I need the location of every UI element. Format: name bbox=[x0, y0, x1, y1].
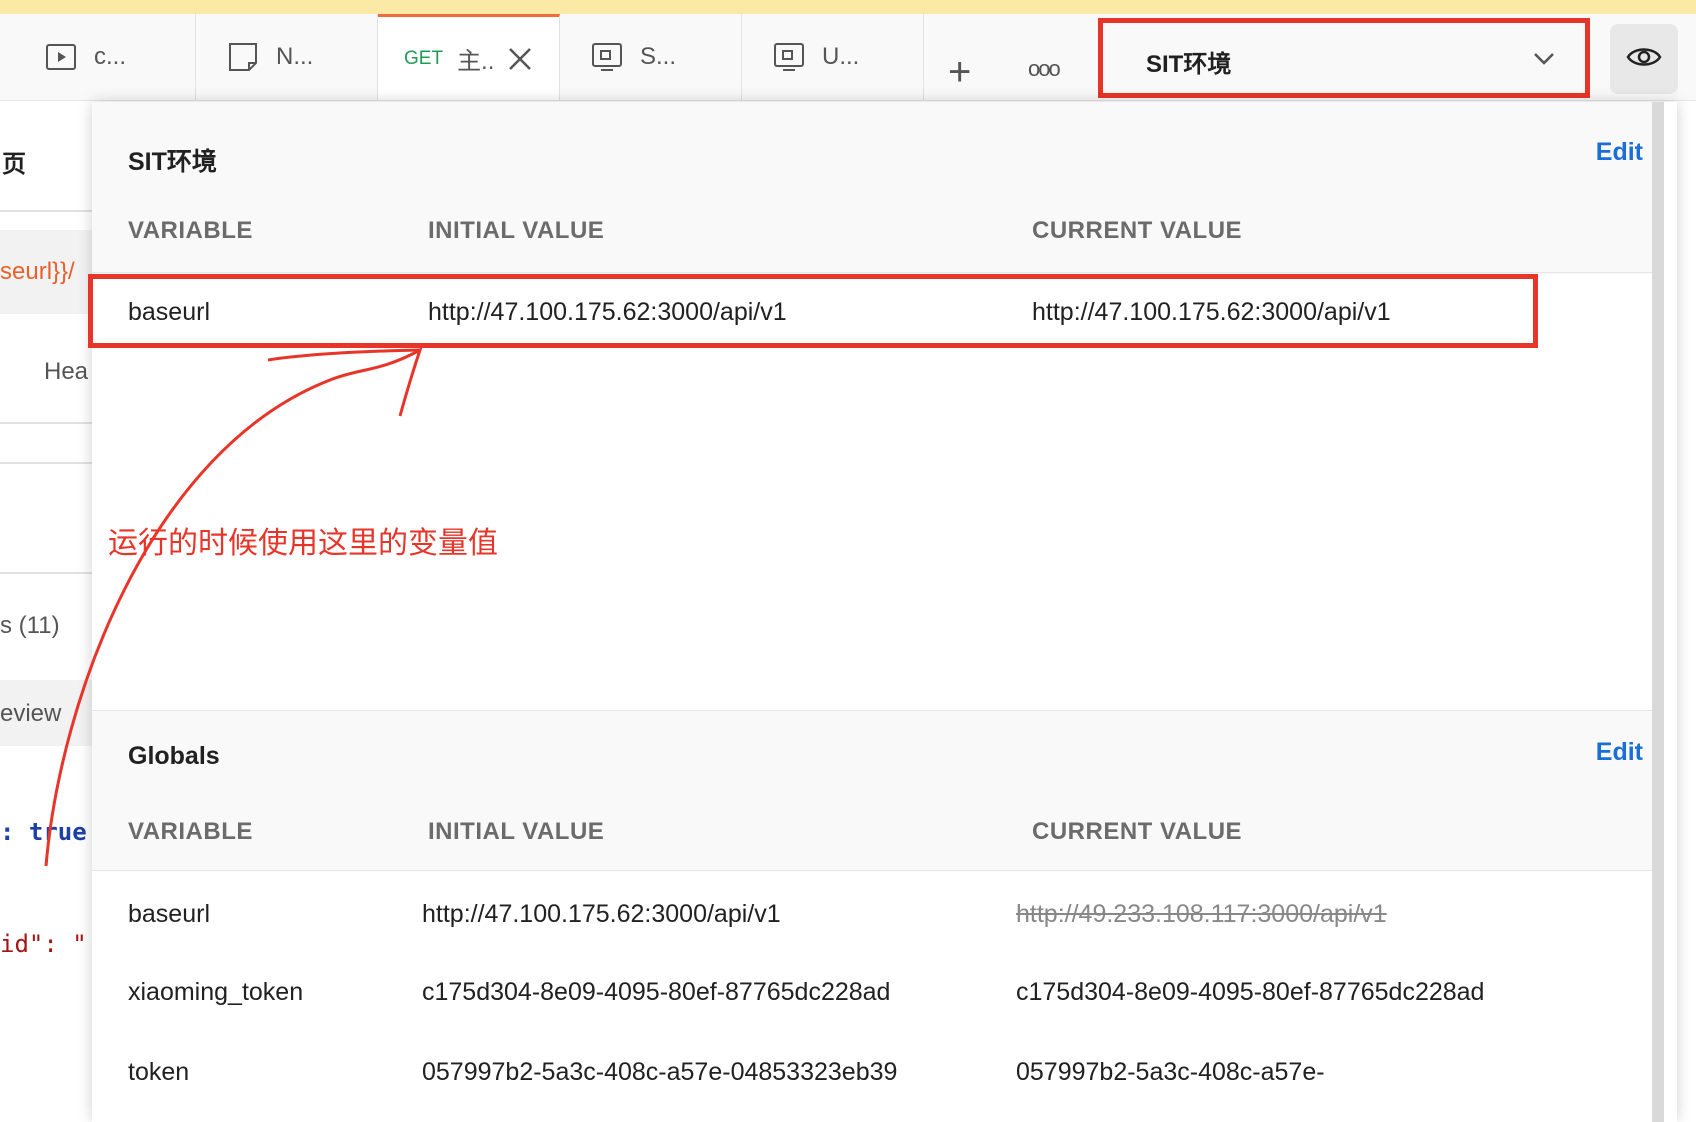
tab-monitor-s[interactable]: S... bbox=[560, 14, 742, 100]
tab-label: U... bbox=[822, 43, 860, 70]
annotation-text: 运行的时候使用这里的变量值 bbox=[108, 527, 498, 560]
request-title-fragment: 页 bbox=[2, 151, 26, 178]
tab-label: N... bbox=[276, 43, 314, 70]
get-method-badge: GET bbox=[404, 47, 444, 69]
env-section-title: SIT环境 bbox=[128, 148, 217, 176]
column-header-variable: VARIABLE bbox=[128, 217, 253, 244]
column-header-initial-value: INITIAL VALUE bbox=[428, 818, 605, 845]
divider bbox=[92, 870, 1652, 871]
top-notification-strip bbox=[0, 0, 1696, 14]
initial-value: 057997b2-5a3c-408c-a57e-04853323eb39 bbox=[422, 1058, 898, 1086]
table-row[interactable]: token 057997b2-5a3c-408c-a57e-04853323eb… bbox=[92, 1028, 1652, 1122]
environment-selector[interactable]: SIT环境 bbox=[1098, 20, 1586, 94]
column-header-current-value: CURRENT VALUE bbox=[1032, 217, 1243, 244]
divider bbox=[0, 462, 92, 464]
env-edit-link[interactable]: Edit bbox=[1596, 138, 1643, 167]
eye-icon bbox=[1626, 45, 1662, 74]
preview-tab-fragment[interactable]: eview bbox=[0, 700, 61, 728]
tab-label: 主.. bbox=[457, 48, 495, 75]
variable-name: baseurl bbox=[128, 900, 210, 928]
environment-name: SIT环境 bbox=[1146, 51, 1232, 78]
variable-name: xiaoming_token bbox=[128, 978, 304, 1006]
table-row[interactable]: baseurl http://47.100.175.62:3000/api/v1… bbox=[92, 872, 1652, 950]
divider bbox=[0, 572, 92, 574]
env-section-header bbox=[92, 102, 1652, 274]
monitor-icon bbox=[772, 40, 806, 74]
environment-quick-look-popover: SIT环境 Edit VARIABLE INITIAL VALUE CURREN… bbox=[92, 102, 1677, 1122]
globals-section-header bbox=[92, 711, 1652, 871]
code-id-fragment: id": " bbox=[0, 930, 87, 958]
divider bbox=[92, 272, 1652, 273]
variable-name: baseurl bbox=[128, 298, 210, 326]
initial-value: http://47.100.175.62:3000/api/v1 bbox=[428, 298, 787, 326]
close-icon[interactable] bbox=[506, 45, 534, 73]
note-icon bbox=[226, 40, 260, 74]
tab-note[interactable]: N... bbox=[196, 14, 378, 100]
new-tab-button[interactable]: + bbox=[948, 52, 971, 92]
variable-name: token bbox=[128, 1058, 190, 1086]
divider bbox=[0, 422, 92, 424]
environment-quick-look-button[interactable] bbox=[1610, 24, 1678, 94]
initial-value: c175d304-8e09-4095-80ef-87765dc228ad bbox=[422, 978, 891, 1006]
monitor-icon bbox=[590, 40, 624, 74]
current-value: 057997b2-5a3c-408c-a57e- bbox=[1016, 1058, 1325, 1086]
popover-scrollbar[interactable] bbox=[1652, 102, 1664, 1122]
column-header-variable: VARIABLE bbox=[128, 818, 253, 845]
tab-label: c... bbox=[94, 43, 127, 70]
current-value-overridden: http://49.233.108.117:3000/api/v1 bbox=[1016, 900, 1387, 928]
column-header-initial-value: INITIAL VALUE bbox=[428, 217, 605, 244]
play-icon bbox=[44, 40, 78, 74]
current-value: c175d304-8e09-4095-80ef-87765dc228ad bbox=[1016, 978, 1485, 1006]
column-header-current-value: CURRENT VALUE bbox=[1032, 818, 1243, 845]
initial-value: http://47.100.175.62:3000/api/v1 bbox=[422, 900, 781, 928]
more-tabs-button[interactable]: ooo bbox=[1028, 56, 1061, 82]
headers-count-fragment[interactable]: s (11) bbox=[0, 612, 60, 640]
globals-edit-link[interactable]: Edit bbox=[1596, 738, 1643, 767]
headers-tab-fragment[interactable]: Hea bbox=[44, 358, 88, 386]
tab-get-request[interactable]: GET 主.. bbox=[378, 14, 560, 100]
chevron-down-icon bbox=[1532, 46, 1556, 75]
code-true-fragment: : true bbox=[0, 818, 87, 846]
table-row[interactable]: xiaoming_token c175d304-8e09-4095-80ef-8… bbox=[92, 950, 1652, 1028]
table-row[interactable]: baseurl http://47.100.175.62:3000/api/v1… bbox=[92, 274, 1652, 354]
url-fragment: seurl}}/ bbox=[0, 258, 75, 285]
tab-label: S... bbox=[640, 43, 677, 70]
current-value: http://47.100.175.62:3000/api/v1 bbox=[1032, 298, 1391, 326]
tab-monitor-u[interactable]: U... bbox=[742, 14, 924, 100]
divider bbox=[0, 210, 92, 212]
tab-collection-runner[interactable]: c... bbox=[14, 14, 196, 100]
globals-section-title: Globals bbox=[128, 742, 220, 770]
